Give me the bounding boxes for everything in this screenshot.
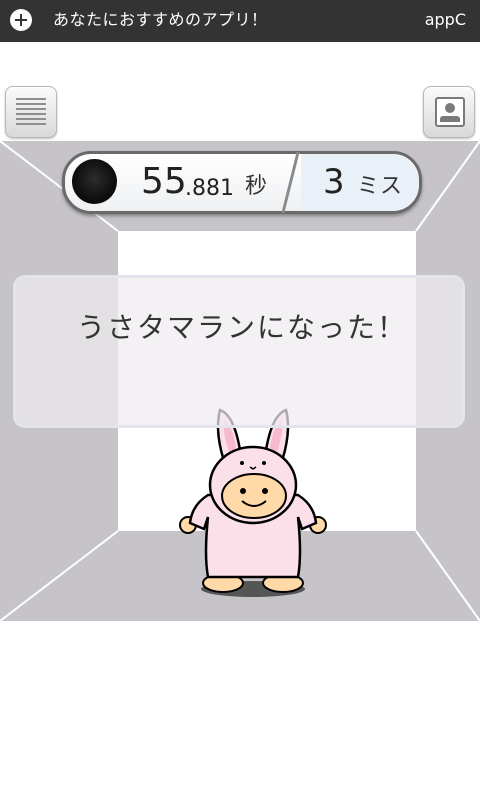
bunny-character[interactable]: [178, 405, 328, 605]
ad-text[interactable]: あなたにおすすめのアプリ！: [53, 10, 268, 30]
bunny-costume-icon: [179, 408, 327, 597]
face: [221, 473, 287, 519]
menu-lines-icon: [16, 98, 46, 126]
time-seconds: 55: [141, 161, 187, 202]
score-bar: 55 .881 秒 3 ミス: [62, 151, 422, 214]
time-fraction: .881: [185, 176, 234, 201]
miss-count: 3: [323, 162, 345, 202]
result-message-panel: うさタマランになった！: [13, 275, 465, 428]
screenshot-button[interactable]: [423, 86, 475, 138]
hood-eye-right: [262, 461, 266, 465]
time-unit: 秒: [245, 174, 268, 199]
plus-circle-icon[interactable]: [10, 9, 32, 31]
miss-unit: ミス: [357, 174, 404, 199]
ad-banner[interactable]: あなたにおすすめのアプリ！ appC: [0, 0, 480, 42]
menu-button[interactable]: [5, 86, 57, 138]
eye-right: [262, 488, 268, 494]
score-divider: [281, 152, 300, 213]
eye-left: [240, 488, 246, 494]
ad-brand[interactable]: appC: [425, 10, 466, 30]
hood-eye-left: [240, 461, 244, 465]
photo-frame-icon: [435, 97, 465, 127]
result-message: うさタマランになった！: [76, 311, 407, 344]
black-ball-icon: [72, 159, 117, 204]
